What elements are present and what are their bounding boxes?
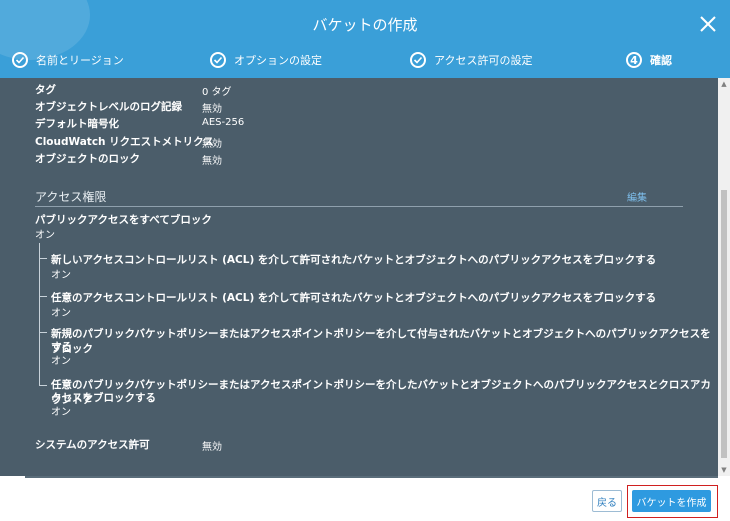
property-value: 無効 — [202, 104, 222, 115]
check-icon — [410, 52, 426, 68]
scrollbar-thumb[interactable] — [721, 190, 727, 458]
property-row: オブジェクトのロック — [35, 153, 140, 165]
step-number: 4 — [626, 52, 642, 68]
block-option-value: オン — [51, 308, 71, 319]
edit-link[interactable]: 編集 — [627, 189, 647, 204]
step-name-region[interactable]: 名前とリージョン — [12, 48, 124, 72]
wizard-steps: 名前とリージョン オプションの設定 アクセス許可の設定 4 確認 — [0, 48, 730, 74]
tree-branch — [39, 258, 47, 259]
property-value: 無効 — [202, 156, 222, 167]
close-icon[interactable] — [698, 14, 718, 34]
modal-title: バケットの作成 — [312, 16, 418, 34]
property-row: タグ — [35, 84, 56, 96]
create-bucket-button[interactable]: バケットを作成 — [632, 490, 711, 512]
scroll-up-icon[interactable]: ▲ — [720, 80, 728, 88]
block-option-value: オン — [51, 407, 71, 418]
tree-branch — [39, 385, 47, 386]
section-title: アクセス権限 — [35, 190, 107, 204]
property-row: CloudWatch リクエストメトリクス — [35, 136, 214, 148]
step-label: アクセス許可の設定 — [434, 54, 533, 67]
tree-line — [39, 243, 40, 386]
block-option-title: 新規のパブリックバケットポリシーまたはアクセスポイントポリシーを介して付与された… — [51, 328, 711, 355]
block-option-value: オン — [51, 270, 71, 281]
step-permissions[interactable]: アクセス許可の設定 — [410, 48, 532, 72]
modal-header: バケットの作成 名前とリージョン オプションの設定 アクセス許可の設定 4 確認 — [0, 0, 730, 78]
tree-branch — [39, 332, 47, 333]
step-options[interactable]: オプションの設定 — [210, 48, 322, 72]
tree-branch — [39, 296, 47, 297]
back-button[interactable]: 戻る — [592, 490, 622, 512]
review-panel: タグ 0 タグ オブジェクトレベルのログ記録 無効 デフォルト暗号化 AES-2… — [0, 78, 718, 476]
property-value: 0 タグ — [202, 87, 232, 98]
section-divider — [35, 206, 683, 207]
block-option-title: 任意のアクセスコントロールリスト (ACL) を介して許可されたバケットとオブジ… — [51, 292, 657, 304]
footer-divider — [25, 476, 718, 478]
property-row: オブジェクトレベルのログ記録 — [35, 101, 182, 113]
scrollbar[interactable]: ▲ ▼ — [718, 78, 730, 476]
property-value: AES-256 — [202, 117, 245, 128]
step-label: 確認 — [650, 54, 672, 67]
block-option-value: オン — [51, 356, 71, 367]
scroll-down-icon[interactable]: ▼ — [720, 466, 728, 474]
block-option-title: 新しいアクセスコントロールリスト (ACL) を介して許可されたバケットとオブジ… — [51, 254, 657, 266]
system-permission-value: 無効 — [202, 442, 222, 453]
step-label: オプションの設定 — [234, 54, 322, 67]
block-all-value: オン — [35, 230, 55, 241]
property-value: 無効 — [202, 139, 222, 150]
system-permission-label: システムのアクセス許可 — [35, 439, 150, 451]
step-review[interactable]: 4 確認 — [626, 48, 672, 72]
step-label: 名前とリージョン — [36, 54, 124, 67]
check-icon — [210, 52, 226, 68]
property-row: デフォルト暗号化 — [35, 118, 119, 130]
block-all-label: パブリックアクセスをすべてブロック — [35, 214, 212, 226]
check-icon — [12, 52, 28, 68]
